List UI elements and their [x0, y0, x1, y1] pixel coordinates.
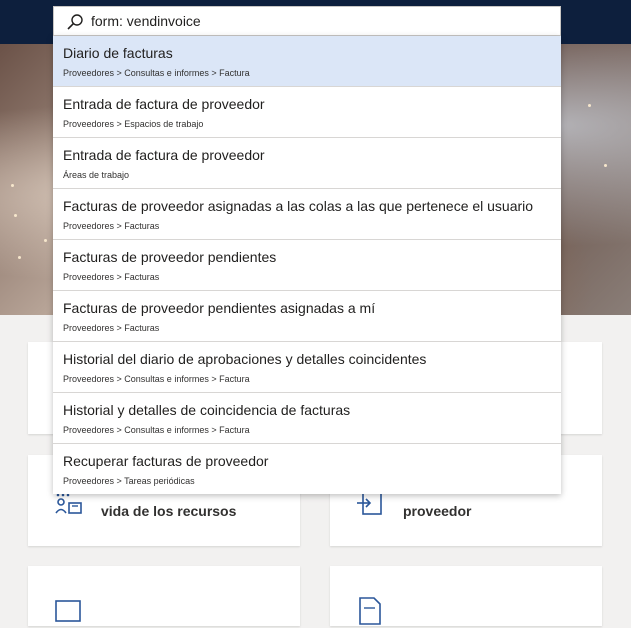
- result-breadcrumb: Proveedores > Espacios de trabajo: [63, 119, 204, 129]
- result-breadcrumb: Proveedores > Consultas e informes > Fac…: [63, 425, 250, 435]
- search-result-item[interactable]: Facturas de proveedor pendientes asignad…: [53, 291, 561, 342]
- search-result-item[interactable]: Entrada de factura de proveedor Proveedo…: [53, 87, 561, 138]
- search-results-dropdown: Diario de facturas Proveedores > Consult…: [53, 36, 561, 494]
- document-icon: [359, 597, 381, 625]
- result-breadcrumb: Áreas de trabajo: [63, 170, 130, 180]
- search-result-item[interactable]: Diario de facturas Proveedores > Consult…: [53, 36, 561, 87]
- result-title: Facturas de proveedor pendientes: [63, 249, 277, 265]
- banner-light-dot: [11, 184, 14, 187]
- search-icon: [67, 14, 83, 30]
- result-title: Entrada de factura de proveedor: [63, 147, 265, 163]
- search-result-item[interactable]: Facturas de proveedor asignadas a las co…: [53, 189, 561, 240]
- workspace-tile[interactable]: [28, 566, 300, 626]
- result-title: Diario de facturas: [63, 45, 173, 61]
- search-result-item[interactable]: Historial del diario de aprobaciones y d…: [53, 342, 561, 393]
- result-title: Historial del diario de aprobaciones y d…: [63, 351, 427, 367]
- search-result-item[interactable]: Historial y detalles de coincidencia de …: [53, 393, 561, 444]
- result-title: Entrada de factura de proveedor: [63, 96, 265, 112]
- result-title: Historial y detalles de coincidencia de …: [63, 402, 351, 418]
- team-resources-icon: [55, 493, 82, 514]
- banner-light-dot: [604, 164, 607, 167]
- tile-label: vida de los recursos: [101, 503, 237, 519]
- result-breadcrumb: Proveedores > Facturas: [63, 323, 160, 333]
- search-result-item[interactable]: Recuperar facturas de proveedor Proveedo…: [53, 444, 561, 494]
- banner-light-dot: [588, 104, 591, 107]
- result-breadcrumb: Proveedores > Consultas e informes > Fac…: [63, 68, 250, 78]
- search-result-item[interactable]: Facturas de proveedor pendientes Proveed…: [53, 240, 561, 291]
- result-breadcrumb: Proveedores > Facturas: [63, 272, 160, 282]
- result-breadcrumb: Proveedores > Tareas periódicas: [63, 476, 195, 486]
- banner-light-dot: [18, 256, 21, 259]
- navigation-search-box[interactable]: [53, 6, 561, 36]
- result-title: Facturas de proveedor asignadas a las co…: [63, 198, 534, 214]
- search-input[interactable]: [91, 9, 531, 33]
- banner-light-dot: [14, 214, 17, 217]
- search-result-item[interactable]: Entrada de factura de proveedor Áreas de…: [53, 138, 561, 189]
- banner-light-dot: [44, 239, 47, 242]
- result-title: Facturas de proveedor pendientes asignad…: [63, 300, 376, 316]
- workspace-icon: [55, 600, 81, 622]
- tile-label: proveedor: [403, 503, 472, 519]
- result-breadcrumb: Proveedores > Facturas: [63, 221, 160, 231]
- result-title: Recuperar facturas de proveedor: [63, 453, 269, 469]
- workspace-tile[interactable]: [330, 566, 602, 626]
- result-breadcrumb: Proveedores > Consultas e informes > Fac…: [63, 374, 250, 384]
